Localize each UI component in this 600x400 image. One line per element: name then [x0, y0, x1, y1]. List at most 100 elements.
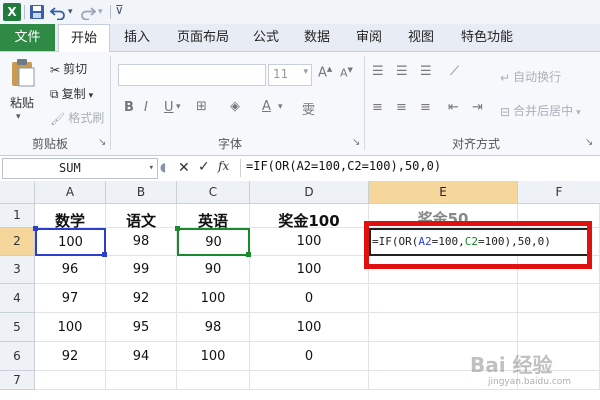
confirm-entry-icon[interactable]: ✓ [198, 159, 210, 175]
increase-indent-icon[interactable]: ⇥ [472, 100, 483, 115]
merge-dropdown-icon[interactable]: ▾ [576, 108, 581, 118]
paste-button[interactable]: 粘贴 [10, 94, 34, 111]
cell-c5[interactable]: 98 [177, 313, 250, 342]
underline-dropdown-icon[interactable]: ▾ [176, 102, 181, 112]
cell-c7[interactable] [177, 371, 250, 390]
phonetic-icon[interactable]: 雯 [302, 99, 315, 118]
undo-icon[interactable] [50, 4, 66, 20]
range-handle-a2[interactable] [33, 226, 38, 231]
tab-special[interactable]: 特色功能 [452, 24, 522, 51]
cell-c2[interactable]: 90 [177, 228, 250, 256]
cell-d5[interactable]: 100 [250, 313, 369, 342]
cell-a5[interactable]: 100 [35, 313, 106, 342]
font-launcher-icon[interactable]: ↘ [352, 137, 360, 148]
align-left-icon[interactable]: ≡ [372, 100, 383, 115]
column-header-a[interactable]: A [35, 181, 106, 204]
excel-app-icon[interactable]: X [3, 3, 21, 21]
paste-icon[interactable] [10, 58, 36, 88]
cell-c4[interactable]: 100 [177, 284, 250, 313]
wrap-text-button[interactable]: ↵ 自动换行 [500, 68, 561, 85]
bold-icon[interactable]: B [124, 100, 134, 115]
cell-a4[interactable]: 97 [35, 284, 106, 313]
cut-button[interactable]: ✂ 剪切 [50, 60, 87, 77]
column-header-f[interactable]: F [518, 181, 600, 204]
formula-input[interactable]: =IF(OR(A2=100,C2=100),50,0) [246, 159, 441, 173]
grow-font-icon[interactable]: A▲ [318, 65, 332, 80]
borders-icon[interactable]: ⊞ [196, 99, 207, 114]
format-painter-button[interactable]: 🖌 格式刷 [50, 109, 104, 126]
copy-button[interactable]: ⧉ 复制 ▾ [50, 85, 93, 102]
cell-d4[interactable]: 0 [250, 284, 369, 313]
cell-f5[interactable] [518, 313, 600, 342]
name-box[interactable]: SUM ▾ [2, 158, 158, 179]
insert-function-icon[interactable]: fx [218, 159, 229, 173]
cell-a3[interactable]: 96 [35, 256, 106, 284]
cell-b5[interactable]: 95 [106, 313, 177, 342]
cell-b6[interactable]: 94 [106, 342, 177, 371]
cell-d2[interactable]: 100 [250, 228, 369, 256]
cell-a2[interactable]: 100 [35, 228, 106, 256]
column-header-c[interactable]: C [177, 181, 250, 204]
row-header-1[interactable]: 1 [0, 204, 35, 228]
font-color-dropdown-icon[interactable]: ▾ [278, 102, 283, 112]
tab-page-layout[interactable]: 页面布局 [168, 24, 238, 51]
cell-d6[interactable]: 0 [250, 342, 369, 371]
select-all-corner[interactable] [0, 181, 35, 204]
row-header-5[interactable]: 5 [0, 313, 35, 342]
undo-dropdown-icon[interactable]: ▾ [68, 7, 73, 17]
font-color-icon[interactable]: A [262, 99, 271, 114]
cancel-entry-icon[interactable]: ✕ [178, 160, 190, 176]
range-handle-c2[interactable] [175, 226, 180, 231]
cell-a1[interactable]: 数学 [35, 204, 106, 230]
column-header-e[interactable]: E [369, 181, 518, 204]
cell-a7[interactable] [35, 371, 106, 390]
tab-data[interactable]: 数据 [296, 24, 338, 51]
range-handle-c2[interactable] [246, 252, 251, 257]
align-bottom-icon[interactable]: ☰ [420, 64, 432, 79]
save-icon[interactable] [29, 4, 45, 20]
italic-icon[interactable]: I [144, 100, 148, 115]
cell-b7[interactable] [106, 371, 177, 390]
customize-toolbar-icon[interactable]: ⊽ [115, 3, 124, 17]
merge-center-button[interactable]: ⊟ 合并后居中 ▾ [500, 102, 581, 119]
cell-b3[interactable]: 99 [106, 256, 177, 284]
align-center-icon[interactable]: ≡ [396, 100, 407, 115]
shrink-font-icon[interactable]: A▼ [340, 66, 353, 80]
cell-c1[interactable]: 英语 [177, 204, 250, 230]
clipboard-launcher-icon[interactable]: ↘ [98, 137, 106, 148]
range-handle-a2[interactable] [102, 252, 107, 257]
cell-c6[interactable]: 100 [177, 342, 250, 371]
paste-dropdown-icon[interactable]: ▾ [16, 112, 21, 122]
tab-insert[interactable]: 插入 [116, 24, 158, 51]
align-middle-icon[interactable]: ☰ [396, 64, 408, 79]
fill-color-icon[interactable]: ◈ [230, 99, 240, 114]
redo-dropdown-icon[interactable]: ▾ [98, 7, 103, 17]
row-header-6[interactable]: 6 [0, 342, 35, 371]
column-header-b[interactable]: B [106, 181, 177, 204]
cell-b2[interactable]: 98 [106, 228, 177, 256]
redo-icon[interactable] [80, 4, 96, 20]
column-header-d[interactable]: D [250, 181, 369, 204]
copy-dropdown-icon[interactable]: ▾ [89, 91, 94, 101]
cell-e4[interactable] [369, 284, 518, 313]
cell-b4[interactable]: 92 [106, 284, 177, 313]
decrease-indent-icon[interactable]: ⇤ [448, 100, 459, 115]
orientation-icon[interactable]: ⟋ [450, 64, 459, 79]
tab-home[interactable]: 开始 [58, 24, 110, 53]
font-size-combo[interactable]: 11 ▾ [268, 64, 312, 86]
cell-a6[interactable]: 92 [35, 342, 106, 371]
tab-view[interactable]: 视图 [400, 24, 442, 51]
cell-f4[interactable] [518, 284, 600, 313]
row-header-7[interactable]: 7 [0, 371, 35, 390]
cell-d3[interactable]: 100 [250, 256, 369, 284]
cell-d1[interactable]: 奖金100 [250, 204, 369, 230]
cell-d7[interactable] [250, 371, 369, 390]
row-header-4[interactable]: 4 [0, 284, 35, 313]
align-right-icon[interactable]: ≡ [420, 100, 431, 115]
row-header-2[interactable]: 2 [0, 228, 35, 256]
cell-e5[interactable] [369, 313, 518, 342]
cell-b1[interactable]: 语文 [106, 204, 177, 230]
tab-review[interactable]: 审阅 [348, 24, 390, 51]
cell-c3[interactable]: 90 [177, 256, 250, 284]
tab-formulas[interactable]: 公式 [246, 24, 286, 51]
